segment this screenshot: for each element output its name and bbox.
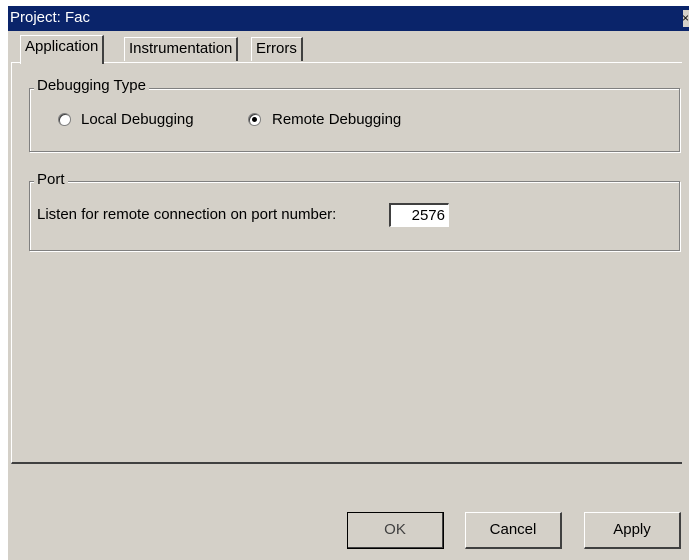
port-number-input[interactable] — [389, 203, 449, 227]
port-number-label: Listen for remote connection on port num… — [37, 206, 337, 223]
apply-button[interactable]: Apply — [584, 512, 681, 549]
debugging-type-group-label: Debugging Type — [34, 77, 149, 94]
ok-button[interactable]: OK — [347, 512, 444, 549]
cancel-button[interactable]: Cancel — [465, 512, 562, 549]
port-group-label: Port — [34, 171, 68, 188]
local-debugging-label[interactable]: Local Debugging — [81, 111, 194, 128]
tab-errors-label: Errors — [256, 40, 297, 57]
close-icon[interactable]: × — [683, 10, 689, 27]
title-bar[interactable]: Project: Fac × — [8, 6, 689, 31]
tab-instrumentation-label: Instrumentation — [129, 40, 233, 57]
radio-selected-dot — [252, 117, 257, 122]
tab-application[interactable]: Application — [20, 35, 105, 64]
tab-application-label: Application — [25, 38, 99, 55]
tab-errors[interactable]: Errors — [251, 37, 303, 61]
remote-debugging-label[interactable]: Remote Debugging — [272, 111, 401, 128]
remote-debugging-radio[interactable] — [248, 113, 261, 126]
local-debugging-radio[interactable] — [58, 113, 71, 126]
tab-instrumentation[interactable]: Instrumentation — [124, 37, 239, 61]
window-title: Project: Fac — [10, 9, 91, 26]
